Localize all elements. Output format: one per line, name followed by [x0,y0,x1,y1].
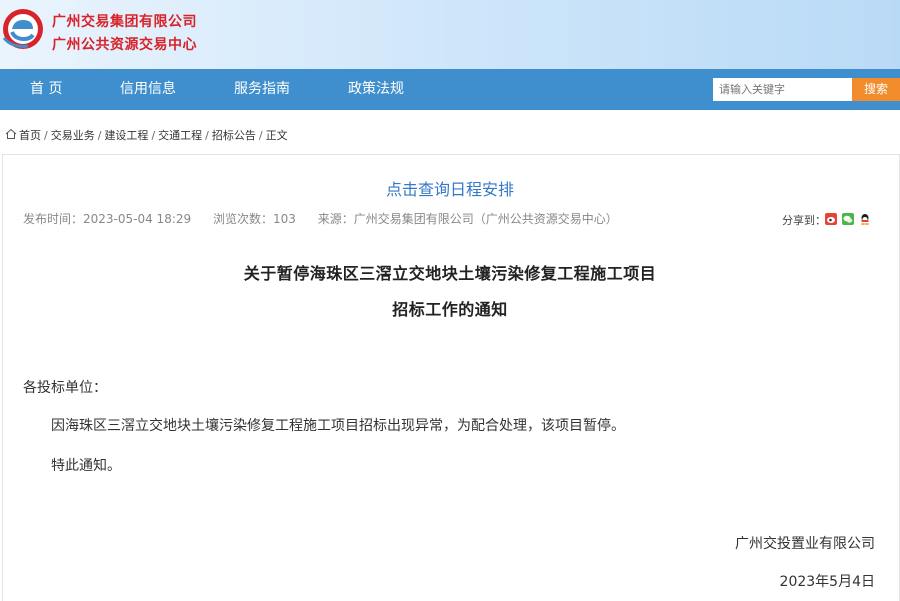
org-name-line2: 广州公共资源交易中心 [52,37,197,53]
article-title-line2: 招标工作的通知 [392,300,508,319]
wechat-icon[interactable] [842,213,854,225]
breadcrumb-traffic[interactable]: 交通工程 [158,127,202,143]
weibo-icon[interactable] [825,213,837,225]
signature-date: 2023年5月4日 [779,574,875,590]
salutation: 各投标单位： [23,380,107,396]
schedule-link[interactable]: 点击查询日程安排 [0,176,900,200]
share-label: 分享到： [782,214,826,227]
nav-item-credit[interactable]: 信用信息 [120,69,176,110]
breadcrumb-separator: / [258,128,263,142]
site-header: 广州交易集团有限公司 广州公共资源交易中心 [0,0,900,69]
breadcrumb-separator: / [205,128,209,142]
breadcrumb-construction[interactable]: 建设工程 [104,127,148,143]
search-input[interactable] [713,78,852,101]
breadcrumb-trading[interactable]: 交易业务 [51,127,95,143]
breadcrumb-home[interactable]: 首页 [19,127,41,143]
nav-item-home[interactable]: 首 页 [30,69,62,110]
breadcrumb-separator: / [97,128,102,142]
signature-company: 广州交投置业有限公司 [735,536,875,552]
breadcrumb-current: 正文 [265,129,288,142]
e-logo-icon[interactable] [2,8,44,50]
breadcrumb-tender-notice[interactable]: 招标公告 [212,127,256,143]
breadcrumb-separator: / [151,128,156,142]
search-button[interactable]: 搜索 [852,78,900,101]
breadcrumb: 首页 / 交易业务 / 建设工程 / 交通工程 / 招标公告 / 正文 [5,127,288,143]
article-source: 来源：广州交易集团有限公司（广州公共资源交易中心） [317,212,618,226]
view-count: 浏览次数：103 [212,212,296,226]
paragraph-1: 因海珠区三滘立交地块土壤污染修复工程施工项目招标出现异常，为配合处理，该项目暂停… [51,418,625,434]
org-name-line1: 广州交易集团有限公司 [52,14,197,30]
qq-icon[interactable] [859,213,871,225]
nav-item-guide[interactable]: 服务指南 [234,69,290,110]
article-title-line1: 关于暂停海珠区三滘立交地块土壤污染修复工程施工项目 [243,264,657,283]
publish-time: 发布时间：2023-05-04 18:29 [23,212,192,226]
home-icon [5,128,19,143]
breadcrumb-separator: / [44,128,48,142]
paragraph-2: 特此通知。 [51,458,121,474]
nav-item-policy[interactable]: 政策法规 [348,69,404,110]
article-meta: 发布时间：2023-05-04 18:29 浏览次数：103 来源：广州交易集团… [23,210,636,227]
